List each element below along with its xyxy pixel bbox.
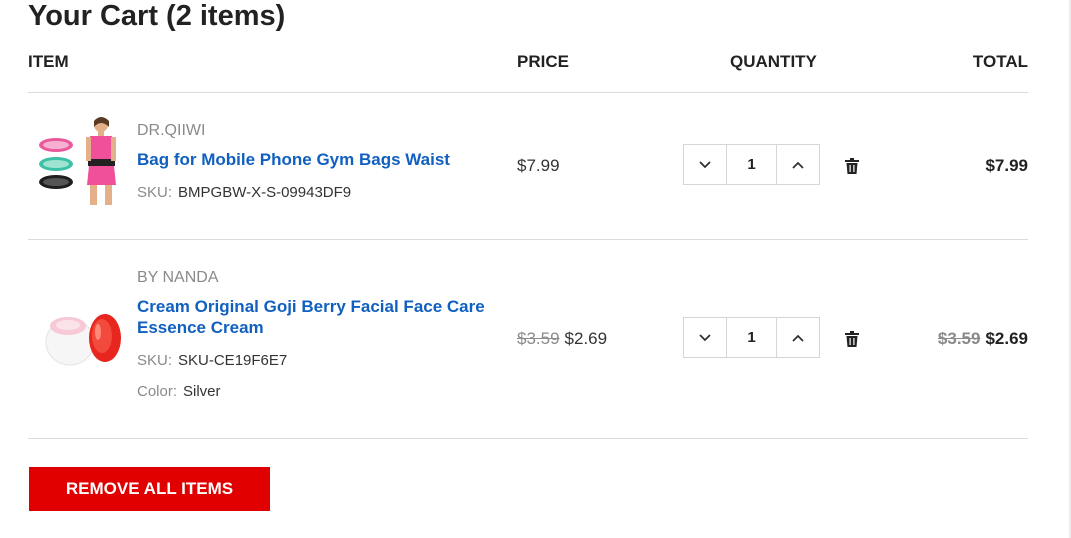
chevron-down-icon — [699, 160, 711, 168]
unit-price: $7.99 — [517, 156, 560, 176]
color-value: Silver — [183, 383, 221, 400]
column-header-quantity: QUANTITY — [730, 52, 817, 71]
decrease-quantity-button[interactable] — [684, 318, 726, 357]
line-total: $3.59 $2.69 — [938, 329, 1028, 349]
quantity-stepper: 1 — [683, 317, 820, 358]
remove-all-items-button[interactable]: REMOVE ALL ITEMS — [29, 467, 270, 511]
remove-item-button[interactable] — [845, 331, 859, 347]
chevron-down-icon — [699, 333, 711, 341]
product-name-link[interactable]: Bag for Mobile Phone Gym Bags Waist — [137, 149, 497, 170]
remove-item-button[interactable] — [845, 158, 859, 174]
sku-value: SKU-CE19F6E7 — [178, 352, 288, 369]
original-price: $3.59 — [517, 329, 560, 348]
price-value: $7.99 — [517, 156, 560, 175]
product-name-link[interactable]: Cream Original Goji Berry Facial Face Ca… — [137, 296, 497, 338]
waist-bag-product-image[interactable] — [38, 115, 124, 211]
quantity-stepper: 1 — [683, 144, 820, 185]
product-color: Color: Silver — [137, 383, 221, 400]
row-divider — [28, 438, 1028, 439]
column-header-total: TOTAL — [972, 52, 1028, 71]
sku-label: SKU: — [137, 184, 173, 201]
trash-icon — [845, 158, 859, 174]
product-brand: BY NANDA — [137, 269, 219, 286]
quantity-input[interactable]: 1 — [726, 145, 777, 184]
total-value: $7.99 — [985, 156, 1028, 175]
cart-row: DR.QIIWI Bag for Mobile Phone Gym Bags W… — [0, 93, 1071, 239]
column-header-price: PRICE — [517, 52, 569, 71]
chevron-up-icon — [792, 334, 804, 342]
increase-quantity-button[interactable] — [777, 145, 819, 184]
trash-icon — [845, 331, 859, 347]
cart-row: BY NANDA Cream Original Goji Berry Facia… — [0, 240, 1071, 438]
original-total: $3.59 — [937, 329, 981, 348]
line-total: $7.99 — [985, 156, 1028, 176]
quantity-input[interactable]: 1 — [726, 318, 777, 357]
decrease-quantity-button[interactable] — [684, 145, 726, 184]
product-brand: DR.QIIWI — [137, 122, 206, 139]
sku-label: SKU: — [137, 352, 173, 369]
column-header-item: ITEM — [28, 52, 69, 71]
chevron-up-icon — [792, 161, 804, 169]
product-sku: SKU: SKU-CE19F6E7 — [137, 352, 287, 369]
total-value: $2.69 — [985, 329, 1028, 348]
sku-value: BMPGBW-X-S-09943DF9 — [178, 184, 352, 201]
unit-price: $3.59 $2.69 — [517, 329, 607, 349]
cream-jar-product-image[interactable] — [38, 292, 124, 388]
product-sku: SKU: BMPGBW-X-S-09943DF9 — [137, 184, 351, 201]
color-label: Color: — [137, 383, 178, 400]
increase-quantity-button[interactable] — [777, 318, 819, 357]
page-title: Your Cart (2 items) — [28, 0, 286, 32]
price-value: $2.69 — [564, 329, 608, 348]
